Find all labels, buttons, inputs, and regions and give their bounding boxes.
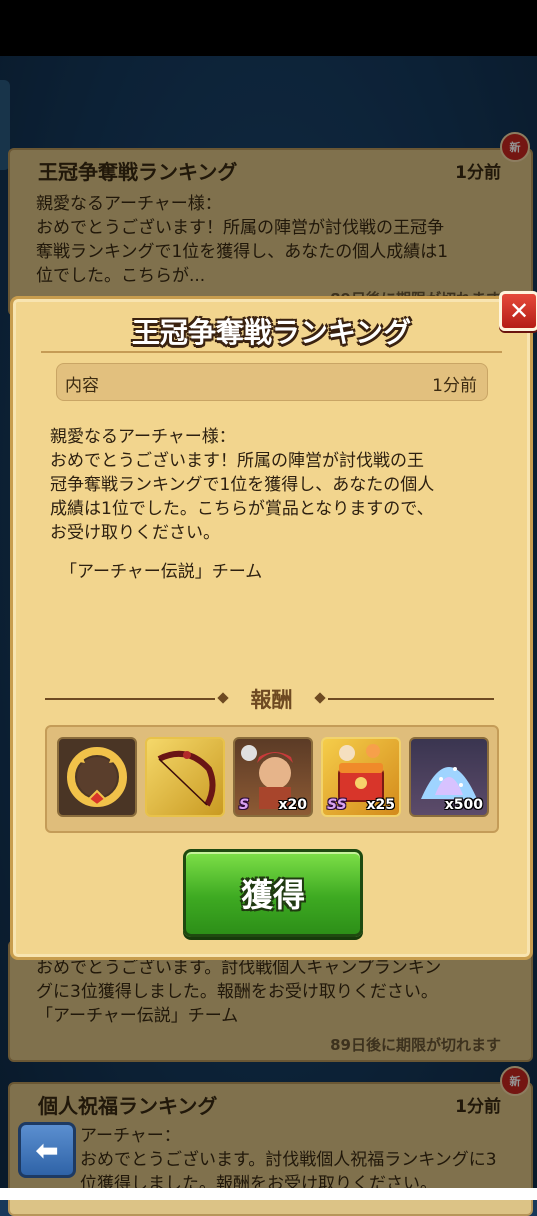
crown-frame-icon[interactable] <box>57 737 137 817</box>
back-button[interactable]: ⬅ <box>18 1122 76 1178</box>
claim-button[interactable]: 獲得 <box>183 849 363 937</box>
bow-icon[interactable] <box>145 737 225 817</box>
chest-shard-icon[interactable]: SS x25 <box>321 737 401 817</box>
title-divider <box>41 351 502 353</box>
navigation-bar <box>0 1188 537 1200</box>
dialog-title: 王冠争奪戦ランキング <box>131 316 412 349</box>
grade-label: S <box>239 797 250 813</box>
reward-quantity: x25 <box>366 797 395 813</box>
rewards-panel: S x20 SS x25 x500 <box>45 725 499 833</box>
content-header: 内容 1分前 <box>56 363 488 401</box>
hero-shard-icon[interactable]: S x20 <box>233 737 313 817</box>
reward-divider-right <box>328 698 494 700</box>
message-line: 親愛なるアーチャー様： <box>50 427 236 447</box>
mail-detail-dialog: 王冠争奪戦ランキング ✕ 内容 1分前 親愛なるアーチャー様： おめでとうござい… <box>10 291 537 960</box>
reward-quantity: x500 <box>444 797 483 813</box>
message-line: おめでとうございます！所属の陣営が討伐戦の王 <box>50 451 424 471</box>
grade-label: SS <box>327 797 347 813</box>
close-button[interactable]: ✕ <box>499 291 537 331</box>
reward-quantity: x20 <box>278 797 307 813</box>
message-line: 冠争奪戦ランキングで1位を獲得し、あなたの個人 <box>50 475 435 495</box>
content-time: 1分前 <box>432 376 477 396</box>
signature: 「アーチャー伝説」チーム <box>60 562 263 582</box>
message-line: 成績は1位でした。こちらが賞品となりますので、 <box>50 499 434 519</box>
message-body: 親愛なるアーチャー様： おめでとうございます！所属の陣営が討伐戦の王 冠争奪戦ラ… <box>50 425 500 545</box>
content-label: 内容 <box>65 376 99 396</box>
message-line: お受け取りください。 <box>50 523 220 543</box>
status-bar <box>0 0 537 56</box>
gem-pile-icon[interactable]: x500 <box>409 737 489 817</box>
